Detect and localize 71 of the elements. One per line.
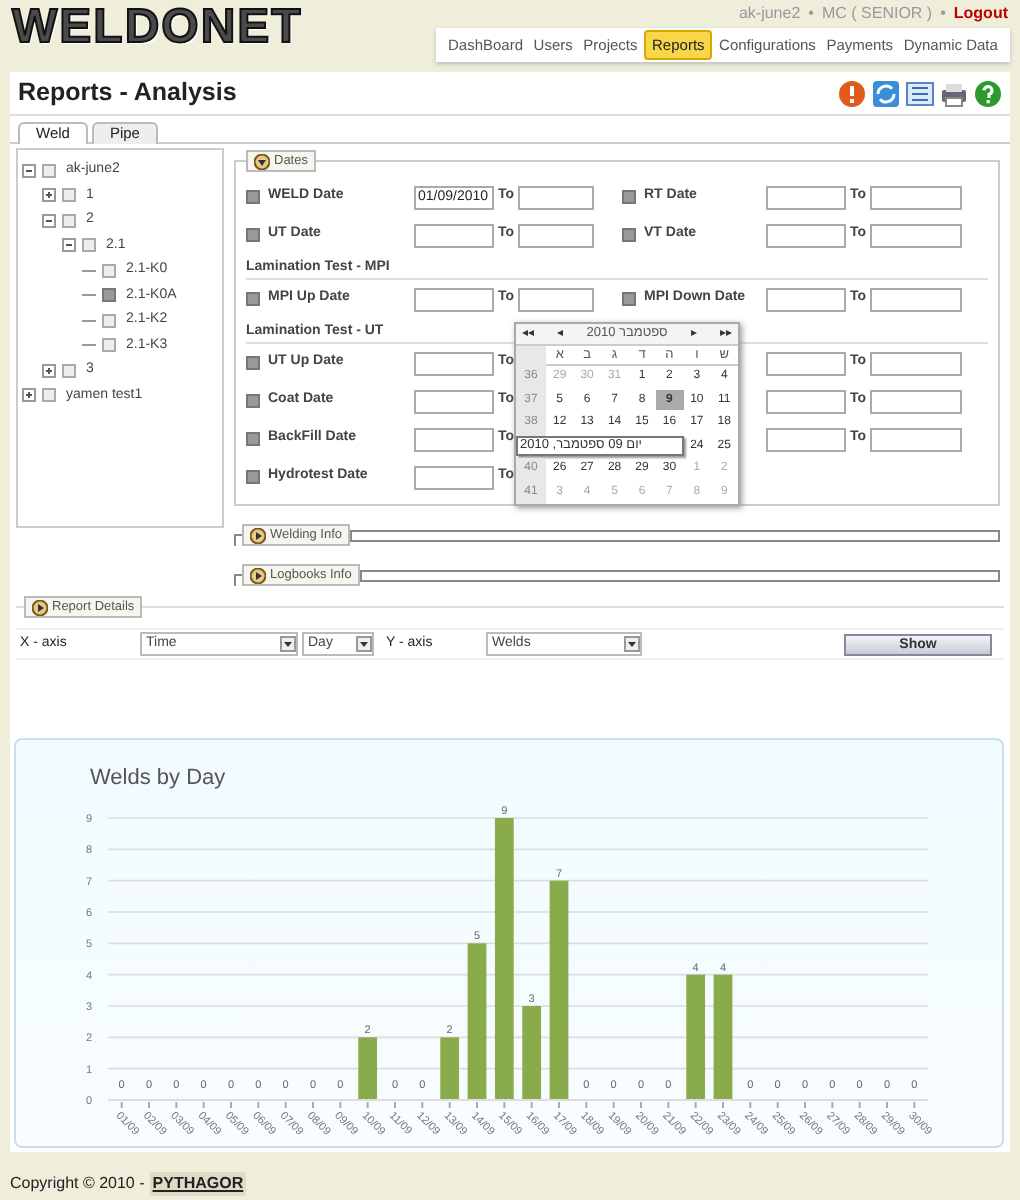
- checkbox[interactable]: [622, 190, 636, 204]
- from-date-field[interactable]: [414, 465, 494, 489]
- info-icon[interactable]: [838, 79, 866, 107]
- user-info-text: •: [808, 2, 814, 26]
- dropdown-arrow-icon: [624, 636, 640, 652]
- to-date-field[interactable]: [870, 287, 963, 311]
- from-date-field[interactable]: [414, 351, 494, 375]
- checkbox[interactable]: [102, 338, 116, 353]
- from-date-field[interactable]: [414, 427, 494, 451]
- collapse-icon[interactable]: [42, 213, 56, 228]
- from-date-field[interactable]: [766, 389, 846, 413]
- checkbox[interactable]: [102, 263, 116, 278]
- from-date-field[interactable]: [766, 351, 846, 375]
- checkbox[interactable]: [246, 228, 260, 242]
- from-date-field[interactable]: [414, 287, 494, 311]
- bar: [522, 1006, 542, 1100]
- checkbox[interactable]: [246, 432, 260, 446]
- chart-title: Welds by Day: [90, 766, 226, 790]
- checkbox[interactable]: [246, 470, 260, 484]
- help-icon[interactable]: [974, 79, 1002, 107]
- checkbox[interactable]: [62, 363, 76, 378]
- checkbox[interactable]: [102, 288, 116, 303]
- to-date-field[interactable]: [870, 427, 963, 451]
- checkbox[interactable]: [62, 213, 76, 228]
- print-icon[interactable]: [940, 79, 968, 107]
- expand-icon[interactable]: [42, 188, 56, 203]
- checkbox[interactable]: [246, 292, 260, 306]
- to-date-field[interactable]: [518, 185, 595, 209]
- checkbox[interactable]: [622, 228, 636, 242]
- list-icon[interactable]: [906, 79, 934, 107]
- footer-link[interactable]: PYTHAGOR: [150, 1172, 246, 1196]
- collapse-icon[interactable]: [62, 238, 76, 253]
- from-date-field[interactable]: [766, 185, 846, 209]
- checkbox[interactable]: [622, 292, 636, 306]
- expand-icon[interactable]: [42, 363, 56, 378]
- checkbox[interactable]: [82, 238, 96, 253]
- logout-link[interactable]: Logout: [953, 2, 1008, 26]
- to-date-field[interactable]: [870, 185, 963, 209]
- page-title: Reports - Analysis: [18, 76, 237, 111]
- bar: [358, 1037, 378, 1100]
- checkbox[interactable]: [42, 163, 56, 178]
- bar: [440, 1037, 460, 1100]
- to-date-field[interactable]: [870, 389, 963, 413]
- collapsed-arrow-icon: [32, 599, 48, 615]
- from-date-field[interactable]: [766, 427, 846, 451]
- expand-icon[interactable]: [22, 388, 36, 403]
- checkbox[interactable]: [62, 188, 76, 203]
- copyright-text: Copyright © 2010 -: [10, 1172, 145, 1196]
- from-date-field[interactable]: [766, 287, 846, 311]
- user-info-text: MC ( SENIOR ): [821, 2, 933, 26]
- logo: WELDONET: [12, 4, 303, 52]
- bar: [713, 974, 733, 1100]
- checkbox[interactable]: [246, 190, 260, 204]
- from-date-field[interactable]: [766, 223, 846, 247]
- to-date-field[interactable]: [870, 223, 963, 247]
- checkbox[interactable]: [246, 356, 260, 370]
- dropdown-arrow-icon: [280, 636, 296, 652]
- from-date-field[interactable]: [414, 389, 494, 413]
- bar: [686, 974, 706, 1100]
- to-date-field[interactable]: [518, 223, 595, 247]
- checkbox[interactable]: [246, 394, 260, 408]
- checkbox[interactable]: [102, 313, 116, 328]
- user-info-text: ak-june2: [738, 2, 801, 26]
- from-date-field[interactable]: [414, 223, 494, 247]
- user-info-text: •: [940, 2, 946, 26]
- collapse-icon[interactable]: [22, 163, 36, 178]
- to-date-field[interactable]: [870, 351, 963, 375]
- checkbox[interactable]: [42, 388, 56, 403]
- refresh-icon[interactable]: [872, 79, 900, 107]
- dropdown-arrow-icon: [356, 636, 372, 652]
- to-date-field[interactable]: [518, 287, 595, 311]
